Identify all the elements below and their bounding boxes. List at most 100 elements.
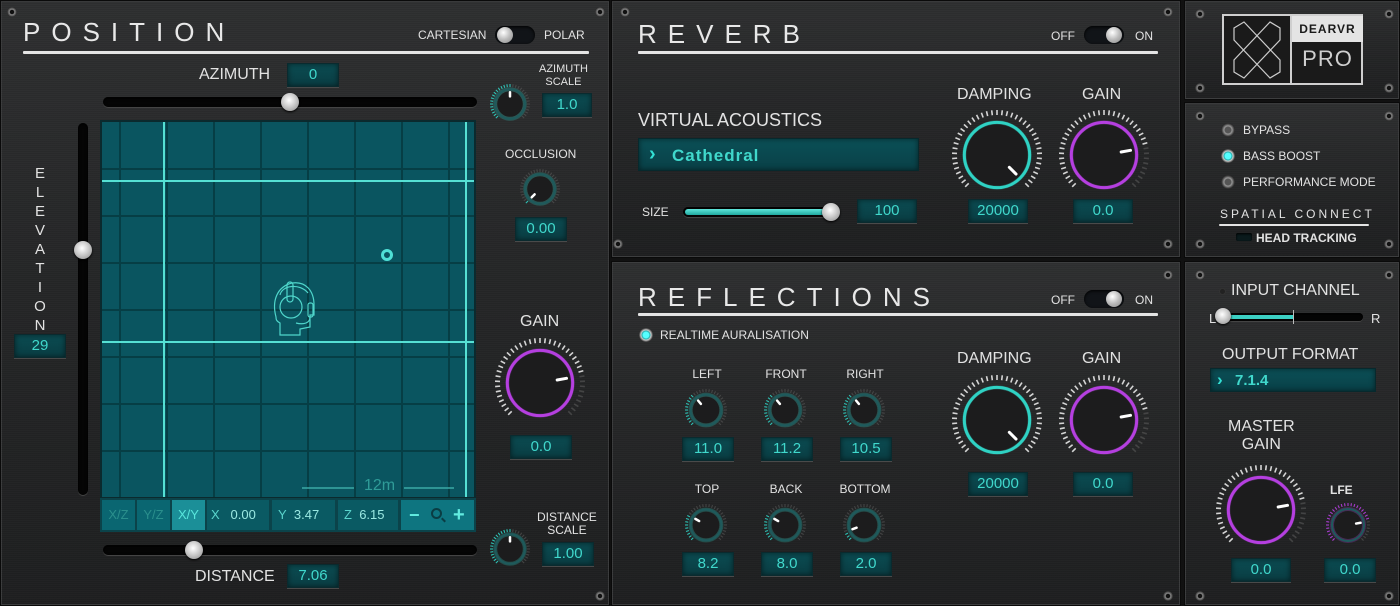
virtual-acoustics-dropdown[interactable]: › Cathedral xyxy=(638,138,919,171)
zoom-controls: − + xyxy=(401,500,474,530)
reverb-gain-label: GAIN xyxy=(1082,86,1122,103)
elevation-slider-thumb[interactable] xyxy=(74,241,92,259)
size-slider-thumb[interactable] xyxy=(822,203,840,221)
screw-icon xyxy=(1195,591,1205,601)
reflection-front-knob[interactable] xyxy=(761,386,809,434)
lfe-value[interactable]: 0.0 xyxy=(1324,558,1376,582)
head-tracking-toggle[interactable] xyxy=(1236,233,1252,241)
screw-icon xyxy=(595,591,605,601)
output-format-dropdown[interactable]: › 7.1.4 xyxy=(1210,368,1376,392)
screw-icon xyxy=(1384,270,1394,280)
azimuth-label: AZIMUTH xyxy=(199,66,271,83)
reflections-panel: REFLECTIONS OFF ON REALTIME AURALISATION… xyxy=(611,261,1181,606)
reflection-bottom-knob[interactable] xyxy=(840,501,888,549)
brand-panel: DEARVR PRO xyxy=(1184,0,1400,100)
screw-icon xyxy=(1195,111,1205,121)
x-coordinate[interactable]: X 0.00 xyxy=(207,500,269,530)
azimuth-scale-value[interactable]: 1.0 xyxy=(542,93,592,117)
position-gain-knob[interactable] xyxy=(492,335,588,431)
distance-value[interactable]: 7.06 xyxy=(287,564,339,588)
reflection-top-value[interactable]: 8.2 xyxy=(682,552,734,576)
azimuth-slider-thumb[interactable] xyxy=(281,93,299,111)
view-xz-button[interactable]: X/Z xyxy=(102,500,135,530)
screw-icon xyxy=(1163,270,1173,280)
reverb-damping-label: DAMPING xyxy=(957,86,1032,103)
master-gain-label: MASTER GAIN xyxy=(1228,418,1295,453)
title-divider xyxy=(638,51,1158,54)
reflection-back-label: BACK xyxy=(769,482,803,496)
input-channel-thumb[interactable] xyxy=(1215,308,1231,324)
reflections-gain-value[interactable]: 0.0 xyxy=(1073,472,1133,496)
reflection-right-value[interactable]: 10.5 xyxy=(840,437,892,461)
performance-mode-radio[interactable] xyxy=(1221,175,1235,189)
reflection-left-value[interactable]: 11.0 xyxy=(682,437,734,461)
reflection-back-knob[interactable] xyxy=(761,501,809,549)
occlusion-knob[interactable] xyxy=(517,166,563,212)
reverb-damping-value[interactable]: 20000 xyxy=(968,199,1028,223)
screw-icon xyxy=(1384,83,1394,93)
reflections-damping-value[interactable]: 20000 xyxy=(968,472,1028,496)
reflections-gain-label: GAIN xyxy=(1082,350,1122,367)
size-slider[interactable] xyxy=(683,207,833,217)
distance-slider[interactable] xyxy=(103,545,477,555)
screw-icon xyxy=(1163,591,1173,601)
input-center-mark xyxy=(1293,310,1294,324)
position-panel: POSITION CARTESIAN POLAR AZIMUTH 0 AZIMU… xyxy=(0,0,610,606)
realtime-auralisation-radio[interactable] xyxy=(639,328,653,342)
x-logo-icon xyxy=(1233,21,1281,79)
reflection-front-value[interactable]: 11.2 xyxy=(761,437,813,461)
distance-slider-thumb[interactable] xyxy=(185,541,203,559)
output-panel: INPUT CHANNEL L R OUTPUT FORMAT › 7.1.4 … xyxy=(1184,261,1400,606)
polar-label: POLAR xyxy=(544,28,585,42)
reflection-bottom-value[interactable]: 2.0 xyxy=(840,552,892,576)
listener-head-icon xyxy=(273,281,315,336)
reverb-toggle[interactable] xyxy=(1084,26,1124,44)
zoom-out-button[interactable]: − xyxy=(409,500,420,530)
elevation-slider[interactable] xyxy=(78,123,88,495)
cartesian-polar-toggle[interactable] xyxy=(495,26,535,44)
reflections-damping-knob[interactable] xyxy=(949,372,1045,468)
distance-scale-value[interactable]: 1.00 xyxy=(542,542,594,566)
distance-scale-label: DISTANCE SCALE xyxy=(537,510,597,537)
reverb-gain-knob[interactable] xyxy=(1056,107,1152,203)
reflection-right-knob[interactable] xyxy=(840,386,888,434)
y-coordinate[interactable]: Y 3.47 xyxy=(272,500,335,530)
zoom-in-button[interactable]: + xyxy=(453,500,465,530)
sound-source-point[interactable] xyxy=(381,249,393,261)
z-coordinate[interactable]: Z 6.15 xyxy=(338,500,398,530)
master-gain-value[interactable]: 0.0 xyxy=(1231,558,1291,582)
bass-boost-radio[interactable] xyxy=(1221,149,1235,163)
distance-scale-knob[interactable] xyxy=(487,526,533,572)
lfe-label: LFE xyxy=(1330,483,1353,497)
size-value[interactable]: 100 xyxy=(857,199,917,223)
reverb-panel: REVERB OFF ON VIRTUAL ACOUSTICS › Cathed… xyxy=(611,0,1181,258)
screw-icon xyxy=(1195,83,1205,93)
reflection-top-knob[interactable] xyxy=(682,501,730,549)
reverb-damping-knob[interactable] xyxy=(949,107,1045,203)
screw-icon xyxy=(1384,111,1394,121)
master-gain-knob[interactable] xyxy=(1213,462,1309,558)
reflections-gain-knob[interactable] xyxy=(1056,372,1152,468)
elevation-value[interactable]: 29 xyxy=(14,334,66,358)
position-grid[interactable]: 12m xyxy=(100,120,476,499)
view-xy-button[interactable]: X/Y xyxy=(172,500,205,530)
azimuth-scale-knob[interactable] xyxy=(487,81,533,127)
reflection-left-knob[interactable] xyxy=(682,386,730,434)
input-channel-label: INPUT CHANNEL xyxy=(1231,282,1360,299)
spatial-connect-label: SPATIAL CONNECT xyxy=(1220,207,1375,221)
lfe-knob[interactable] xyxy=(1323,500,1373,550)
reflection-back-value[interactable]: 8.0 xyxy=(761,552,813,576)
azimuth-value[interactable]: 0 xyxy=(287,63,339,87)
spatial-connect-divider xyxy=(1219,224,1369,226)
reflections-toggle[interactable] xyxy=(1084,290,1124,308)
brand-name: DEARVR xyxy=(1292,16,1363,42)
chevron-right-icon: › xyxy=(1217,370,1223,389)
reverb-gain-value[interactable]: 0.0 xyxy=(1073,199,1133,223)
bypass-radio[interactable] xyxy=(1221,123,1235,137)
input-channel-slider[interactable] xyxy=(1223,310,1363,324)
position-gain-value[interactable]: 0.0 xyxy=(510,435,572,459)
view-yz-button[interactable]: Y/Z xyxy=(137,500,170,530)
occlusion-value[interactable]: 0.00 xyxy=(515,217,567,241)
output-format-label: OUTPUT FORMAT xyxy=(1222,346,1359,363)
head-tracking-label: HEAD TRACKING xyxy=(1256,231,1357,245)
